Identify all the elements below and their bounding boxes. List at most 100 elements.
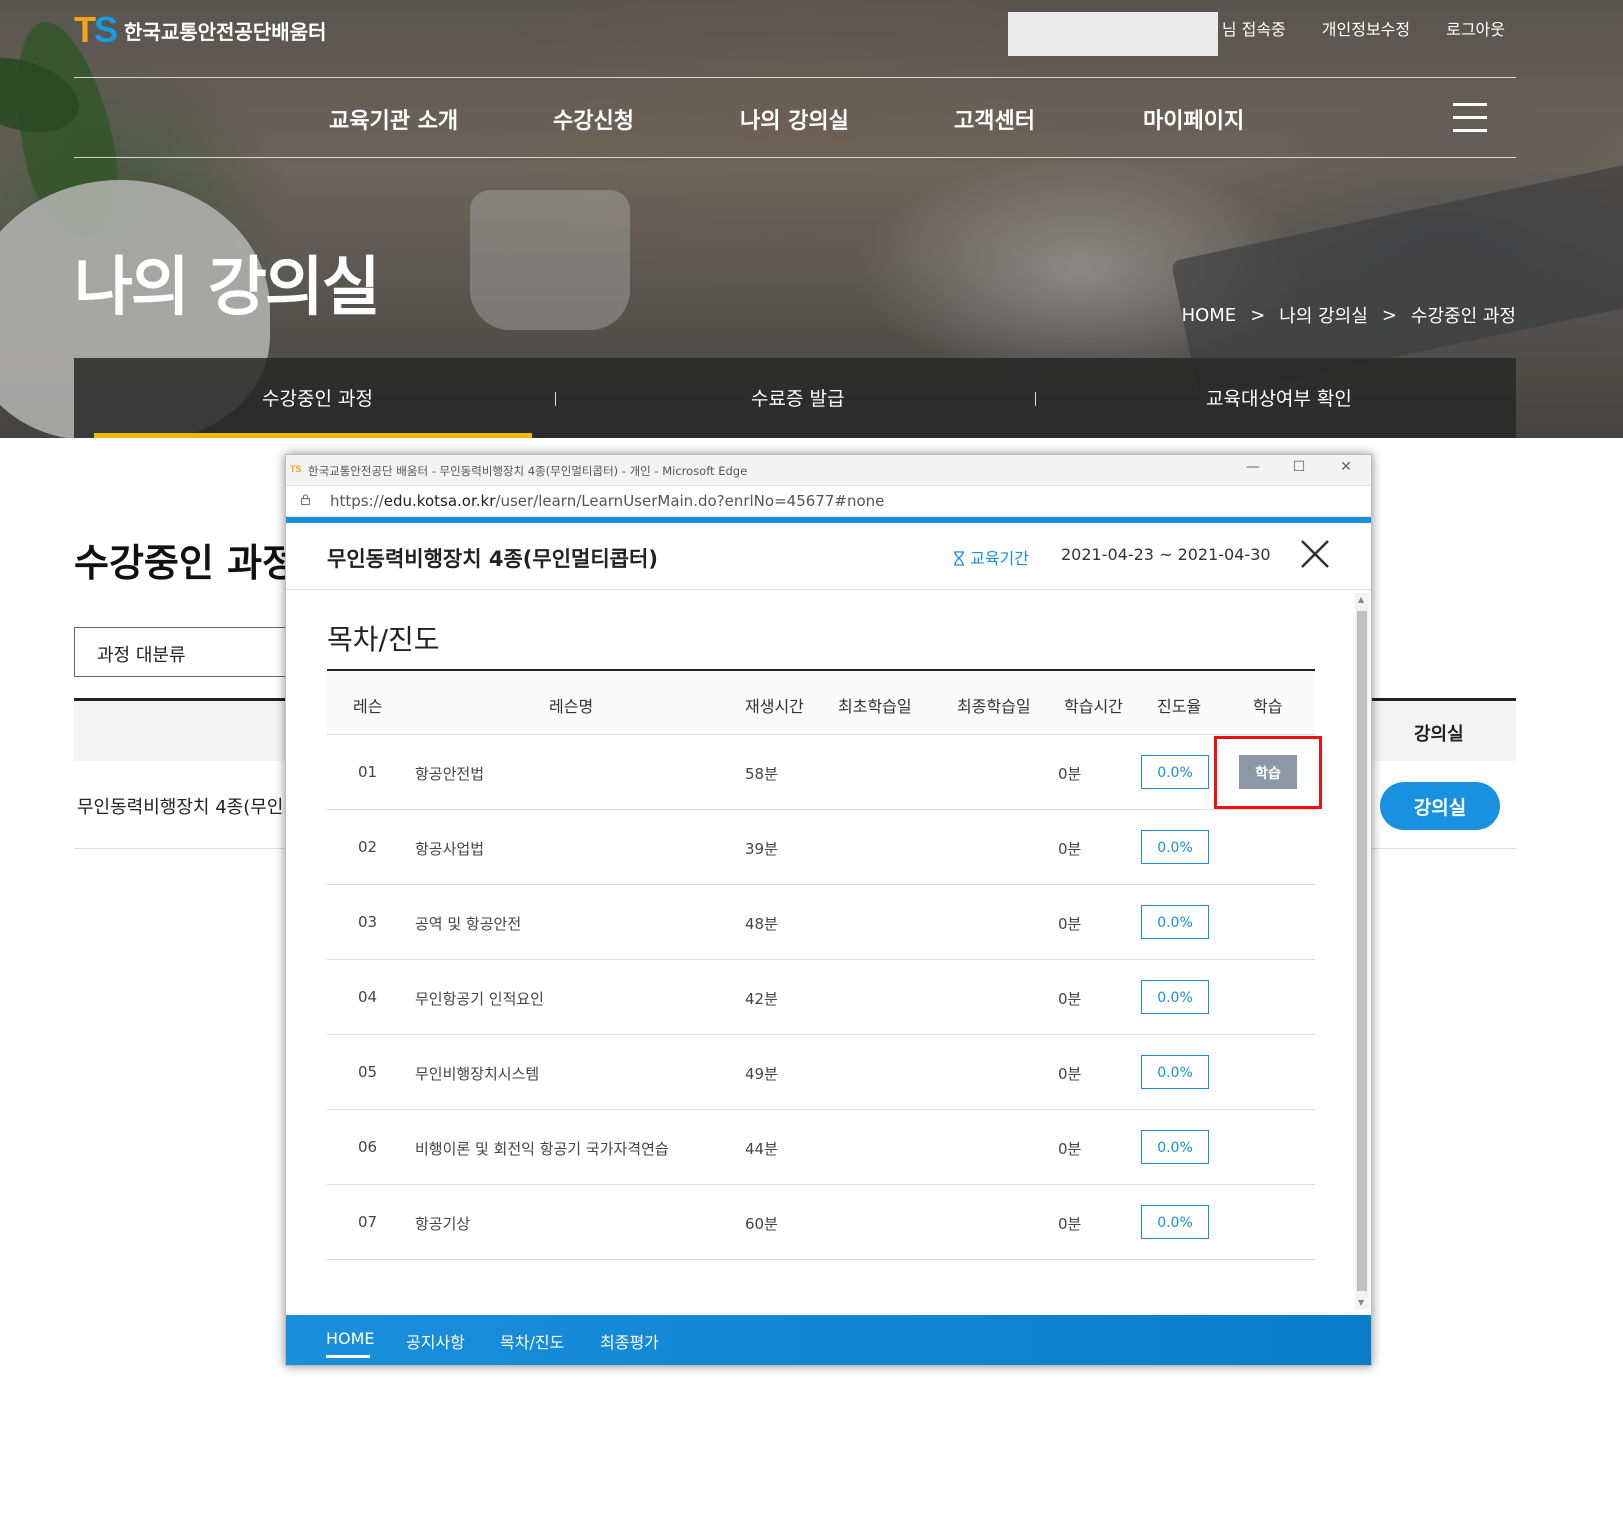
lesson-study-time: 0분 [1058, 990, 1082, 1008]
lesson-duration: 60분 [745, 1215, 778, 1233]
lesson-study-time: 0분 [1058, 765, 1082, 783]
tab-divider [1035, 392, 1036, 406]
popup-scrollbar[interactable]: ▲ ▼ [1355, 593, 1369, 1309]
col-lesson: 레슨 [353, 697, 383, 716]
progress-badge: 0.0% [1141, 1205, 1209, 1239]
course-row-title: 무인동력비행장치 4종(무인 [77, 797, 284, 818]
lesson-duration: 58분 [745, 765, 778, 783]
col-last-date: 최종학습일 [957, 697, 1031, 716]
lesson-duration: 44분 [745, 1140, 778, 1158]
scroll-up-icon[interactable]: ▲ [1358, 595, 1364, 604]
progress-badge: 0.0% [1141, 905, 1209, 939]
scroll-down-icon[interactable]: ▼ [1358, 1298, 1364, 1307]
header-divider-top [74, 77, 1516, 78]
lesson-study-time: 0분 [1058, 1140, 1082, 1158]
logo-name: 한국교통안전공단배움터 [124, 19, 327, 44]
lesson-duration: 39분 [745, 840, 778, 858]
lesson-name: 항공기상 [415, 1215, 471, 1233]
menu-icon[interactable] [1453, 103, 1487, 133]
window-close-icon[interactable]: ✕ [1336, 459, 1356, 475]
scrollbar-thumb[interactable] [1357, 611, 1367, 1291]
col-lesson-name: 레슨명 [549, 697, 594, 716]
lesson-number: 03 [358, 913, 378, 931]
lesson-name: 비행이론 및 회전익 항공기 국가자격연습 [415, 1140, 669, 1158]
lesson-name: 무인항공기 인적요인 [415, 990, 544, 1008]
gnb-item-mypage[interactable]: 마이페이지 [1143, 103, 1244, 135]
breadcrumb-current: 수강중인 과정 [1410, 306, 1516, 327]
period-label: 교육기간 [953, 545, 1029, 569]
highlight-box-annotation [1214, 736, 1322, 809]
chevron-right-icon: > [1250, 304, 1266, 326]
lesson-study-time: 0분 [1058, 1215, 1082, 1233]
category-select[interactable]: 과정 대분류 ▼ [74, 627, 304, 677]
breadcrumb-my-classroom[interactable]: 나의 강의실 [1279, 302, 1368, 328]
breadcrumb-home[interactable]: HOME [1182, 305, 1237, 326]
column-header-classroom: 강의실 [1414, 724, 1464, 745]
bottom-nav-toc[interactable]: 목차/진도 [500, 1329, 564, 1353]
lesson-table-header: 레슨 레슨명 재생시간 최초학습일 최종학습일 학습시간 진도율 학습 [327, 669, 1315, 735]
lesson-name: 공역 및 항공안전 [415, 915, 522, 933]
lesson-duration: 49분 [745, 1065, 778, 1083]
window-title: 한국교통안전공단 배움터 - 무인동력비행장치 4종(무인멀티콥터) - 개인 … [308, 464, 748, 478]
bottom-nav-home[interactable]: HOME [326, 1329, 375, 1348]
window-titlebar[interactable]: TS 한국교통안전공단 배움터 - 무인동력비행장치 4종(무인멀티콥터) - … [286, 455, 1371, 486]
minimize-icon[interactable]: — [1243, 459, 1263, 475]
progress-badge: 0.0% [1141, 980, 1209, 1014]
lesson-row: 02 항공사업법 39분 0분 0.0% [327, 810, 1315, 885]
lesson-row: 04 무인항공기 인적요인 42분 0분 0.0% [327, 960, 1315, 1035]
col-study-time: 학습시간 [1064, 697, 1123, 716]
course-name: 무인동력비행장치 4종(무인멀티콥터) [327, 547, 658, 571]
col-progress: 진도율 [1157, 697, 1202, 716]
lesson-name: 무인비행장치시스템 [415, 1065, 540, 1083]
lesson-name: 항공사업법 [415, 840, 485, 858]
active-tab-indicator [94, 433, 532, 438]
lesson-number: 06 [358, 1138, 378, 1156]
category-select-value: 과정 대분류 [97, 645, 186, 666]
gnb-item-support[interactable]: 고객센터 [954, 103, 1035, 135]
link-edit-profile[interactable]: 개인정보수정 [1322, 16, 1410, 40]
col-first-date: 최초학습일 [838, 697, 912, 716]
header-divider-bottom [74, 157, 1516, 158]
address-bar[interactable]: https://edu.kotsa.or.kr/user/learn/Learn… [286, 486, 1371, 517]
lesson-row: 03 공역 및 항공안전 48분 0분 0.0% [327, 885, 1315, 960]
tab-eligibility-check[interactable]: 교육대상여부 확인 [1206, 384, 1352, 411]
top-utility-links: 님 접속중 개인정보수정 로그아웃 [1222, 16, 1505, 40]
popup-bottom-nav: HOME 공지사항 목차/진도 최종평가 [286, 1315, 1371, 1365]
gnb-item-my-classroom[interactable]: 나의 강의실 [740, 103, 849, 135]
bottom-nav-notice[interactable]: 공지사항 [406, 1329, 465, 1353]
period-dates: 2021-04-23 ~ 2021-04-30 [1061, 545, 1271, 564]
maximize-icon[interactable]: ☐ [1289, 459, 1309, 475]
lesson-study-time: 0분 [1058, 1065, 1082, 1083]
sub-navigation: 수강중인 과정 수료증 발급 교육대상여부 확인 [74, 358, 1516, 438]
col-duration: 재생시간 [745, 697, 804, 716]
lesson-row: 06 비행이론 및 회전익 항공기 국가자격연습 44분 0분 0.0% [327, 1110, 1315, 1185]
user-status: 님 접속중 [1221, 20, 1286, 39]
classroom-button[interactable]: 강의실 [1380, 782, 1500, 830]
lesson-table: 레슨 레슨명 재생시간 최초학습일 최종학습일 학습시간 진도율 학습 01 항공… [327, 669, 1315, 1260]
lesson-duration: 48분 [745, 915, 778, 933]
favicon-icon: TS [290, 464, 302, 474]
lock-icon [301, 494, 310, 505]
site-logo[interactable]: TS 한국교통안전공단배움터 [74, 12, 326, 48]
url-text: https://edu.kotsa.or.kr/user/learn/Learn… [330, 492, 885, 510]
tab-certificate[interactable]: 수료증 발급 [751, 384, 844, 411]
main-navigation: 교육기관 소개 수강신청 나의 강의실 고객센터 마이페이지 [0, 103, 1623, 135]
lesson-number: 07 [358, 1213, 378, 1231]
lesson-number: 05 [358, 1063, 378, 1081]
lesson-row: 07 항공기상 60분 0분 0.0% [327, 1185, 1315, 1260]
section-title: 수강중인 과정 [74, 541, 297, 585]
lesson-row: 05 무인비행장치시스템 49분 0분 0.0% [327, 1035, 1315, 1110]
bottom-nav-final-exam[interactable]: 최종평가 [600, 1329, 659, 1353]
tab-current-courses[interactable]: 수강중인 과정 [262, 384, 373, 411]
lesson-name: 항공안전법 [415, 765, 485, 783]
gnb-item-about[interactable]: 교육기관 소개 [329, 103, 458, 135]
lesson-number: 01 [358, 763, 378, 781]
col-action: 학습 [1253, 697, 1283, 716]
progress-badge: 0.0% [1141, 1130, 1209, 1164]
progress-badge: 0.0% [1141, 755, 1209, 789]
link-logout[interactable]: 로그아웃 [1446, 16, 1505, 40]
close-icon[interactable] [1298, 537, 1332, 571]
progress-badge: 0.0% [1141, 1055, 1209, 1089]
progress-badge: 0.0% [1141, 830, 1209, 864]
gnb-item-enroll[interactable]: 수강신청 [553, 103, 634, 135]
